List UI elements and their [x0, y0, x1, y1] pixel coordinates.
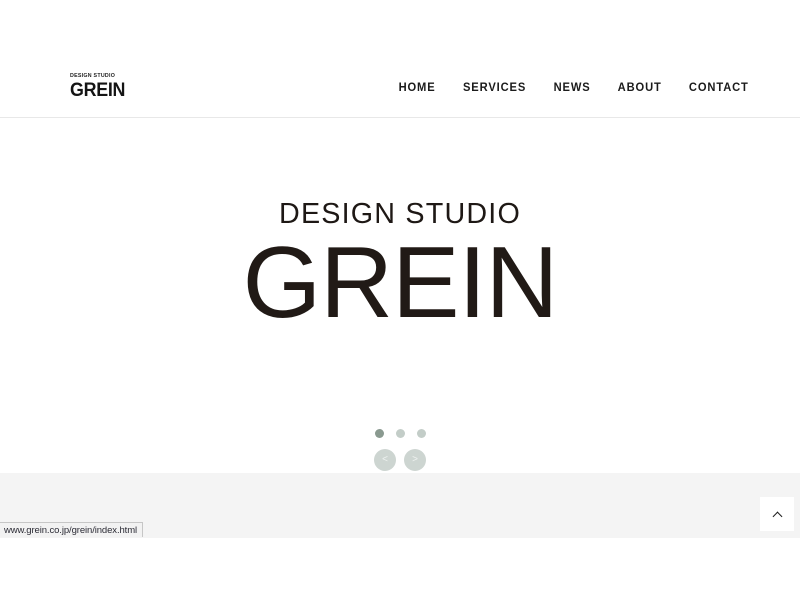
carousel-dot-2[interactable]	[395, 429, 405, 438]
carousel-arrow-controls: < >	[0, 449, 800, 471]
nav-item-about[interactable]: ABOUT	[618, 82, 662, 94]
browser-status-bar: www.grein.co.jp/grein/index.html	[0, 522, 144, 537]
status-bar-url: www.grein.co.jp/grein/index.html	[4, 524, 138, 536]
scroll-to-top-button[interactable]	[760, 497, 794, 531]
hero-word-text: GREIN	[242, 227, 559, 339]
hero-slideshow: DESIGN STUDIO GREIN < >	[0, 118, 800, 473]
site-header: DESIGN STUDIO GREIN HOME SERVICES NEWS A…	[0, 0, 800, 118]
nav-item-news[interactable]: NEWS	[553, 82, 590, 94]
brand-logo-word: GREIN	[70, 80, 126, 102]
brand-logo-kicker: DESIGN STUDIO	[70, 73, 116, 79]
below-viewport-area	[0, 538, 800, 600]
screen: DESIGN STUDIO GREIN HOME SERVICES NEWS A…	[0, 0, 800, 600]
browser-viewport: DESIGN STUDIO GREIN HOME SERVICES NEWS A…	[0, 0, 800, 538]
carousel-dot-3[interactable]	[416, 429, 426, 438]
main-navigation: HOME SERVICES NEWS ABOUT CONTACT	[398, 82, 750, 94]
carousel-dot-1[interactable]	[374, 429, 384, 438]
hero-kicker-text: DESIGN STUDIO	[279, 198, 521, 230]
hero-wordmark: DESIGN STUDIO GREIN	[0, 200, 800, 334]
carousel-next-button[interactable]: >	[404, 449, 426, 471]
brand-logo[interactable]: DESIGN STUDIO GREIN	[70, 73, 136, 102]
carousel-pagination	[0, 429, 800, 438]
nav-item-services[interactable]: SERVICES	[463, 82, 526, 94]
chevron-up-icon	[773, 510, 782, 519]
nav-item-contact[interactable]: CONTACT	[689, 82, 749, 94]
nav-item-home[interactable]: HOME	[398, 82, 435, 94]
carousel-prev-button[interactable]: <	[374, 449, 396, 471]
